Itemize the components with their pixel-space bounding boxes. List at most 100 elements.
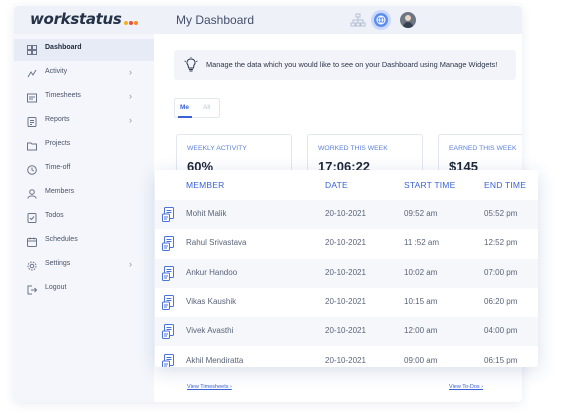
sidebar-item-projects[interactable]: Projects: [14, 135, 154, 157]
timesheet-document-icon[interactable]: [162, 207, 175, 222]
manage-widgets-banner: Manage the data which you would like to …: [174, 50, 516, 80]
table-row[interactable]: Vivek Avasthi 20-10-2021 12:00 am 04:00 pm: [155, 317, 538, 347]
grid-icon: [27, 45, 37, 55]
date-cell: 20-10-2021: [325, 238, 366, 248]
stat-label: WEEKLY ACTIVITY: [187, 145, 247, 152]
top-bar: workstatus My Dashboard: [14, 6, 522, 34]
table-row[interactable]: Ankur Handoo 20-10-2021 10:02 am 07:00 pm: [155, 258, 538, 288]
banner-text: Manage the data which you would like to …: [206, 60, 498, 69]
logo-text: workstatus: [30, 10, 122, 28]
sidebar-item-settings[interactable]: Settings ›: [14, 255, 154, 277]
timesheet-icon: [27, 93, 37, 103]
logo-dots-icon: [123, 11, 139, 29]
start-time-cell: 10:02 am: [404, 267, 438, 277]
sidebar-item-label: Timesheets: [45, 92, 81, 99]
date-cell: 20-10-2021: [325, 355, 366, 365]
table-row[interactable]: Akhil Mendiratta 20-10-2021 09:00 am 06:15 …: [155, 347, 538, 368]
timesheet-table-card: MEMBER DATE START TIME END TIME Mohit Ma…: [155, 170, 538, 367]
table-row[interactable]: Mohit Malik 20-10-2021 09:52 am 05:52 pm: [155, 200, 538, 229]
clock-icon: [27, 165, 37, 175]
chevron-right-icon: ›: [129, 259, 132, 269]
logo-dot: [133, 20, 138, 25]
sidebar-item-label: Todos: [45, 212, 64, 219]
sidebar-item-label: Projects: [45, 140, 71, 147]
tab-all[interactable]: All: [203, 104, 210, 111]
logo-dot: [123, 20, 128, 25]
member-cell: Mohit Malik: [186, 209, 227, 218]
stat-label: EARNED THIS WEEK: [449, 145, 517, 152]
sidebar-item-logout[interactable]: Logout: [14, 279, 154, 301]
sidebar-item-activity[interactable]: Activity ›: [14, 63, 154, 85]
member-cell: Vivek Avasthi: [186, 326, 234, 336]
avatar-body: [403, 22, 413, 28]
sidebar-item-reports[interactable]: Reports ›: [14, 111, 154, 133]
column-header-date[interactable]: DATE: [325, 180, 348, 190]
sidebar-item-dashboard[interactable]: Dashboard: [14, 39, 154, 61]
user-icon: [27, 189, 37, 199]
todo-icon: [27, 213, 37, 223]
column-header-end-time[interactable]: END TIME: [484, 180, 526, 190]
end-time-cell: 06:15 pm: [484, 355, 518, 365]
gear-icon: [27, 261, 37, 271]
sidebar-item-label: Reports: [45, 116, 70, 123]
sidebar-item-todos[interactable]: Todos: [14, 207, 154, 229]
app-logo[interactable]: workstatus: [30, 10, 139, 29]
sidebar-item-label: Members: [45, 188, 75, 195]
logo-dot: [128, 20, 133, 25]
sidebar-item-label: Dashboard: [45, 44, 82, 51]
sidebar-item-label: Logout: [45, 284, 67, 291]
timesheet-document-icon[interactable]: [162, 265, 175, 281]
timesheet-document-icon[interactable]: [162, 236, 175, 252]
date-cell: 20-10-2021: [325, 326, 366, 336]
view-todos-link[interactable]: View To-Dos ›: [449, 384, 483, 390]
avatar-head: [405, 15, 411, 21]
calendar-icon: [27, 237, 37, 247]
sidebar-item-members[interactable]: Members: [14, 183, 154, 205]
stat-label: WORKED THIS WEEK: [318, 145, 388, 152]
start-time-cell: 09:52 am: [404, 209, 438, 218]
end-time-cell: 12:52 pm: [484, 238, 518, 248]
member-cell: Ankur Handoo: [186, 267, 238, 277]
start-time-cell: 11 :52 am: [404, 238, 439, 248]
sidebar-item-timesheets[interactable]: Timesheets ›: [14, 87, 154, 109]
timesheet-document-icon[interactable]: [162, 353, 175, 368]
activity-icon: [27, 69, 37, 78]
view-timesheets-link[interactable]: View Timesheets ›: [187, 384, 232, 390]
member-cell: Vikas Kaushik: [186, 296, 237, 306]
page-title: My Dashboard: [176, 13, 255, 27]
start-time-cell: 12:00 am: [404, 326, 438, 336]
date-cell: 20-10-2021: [325, 267, 366, 277]
end-time-cell: 04:00 pm: [484, 326, 518, 336]
end-time-cell: 05:52 pm: [484, 209, 518, 218]
column-header-start-time[interactable]: START TIME: [404, 180, 455, 190]
sidebar-item-label: Schedules: [45, 236, 78, 243]
sidebar: « DashboardActivity›Timesheets›Reports›P…: [14, 34, 154, 402]
table-row[interactable]: Rahul Srivastava 20-10-2021 11 :52 am 12:52…: [155, 229, 538, 258]
timesheet-document-icon[interactable]: [162, 294, 175, 310]
column-header-member[interactable]: MEMBER: [186, 180, 225, 190]
table-row[interactable]: Vikas Kaushik 20-10-2021 10:15 am 06:20 pm: [155, 288, 538, 317]
org-chart-icon[interactable]: [350, 12, 366, 28]
sidebar-item-schedules[interactable]: Schedules: [14, 231, 154, 253]
lightbulb-icon: [184, 57, 198, 72]
sidebar-item-time-off[interactable]: Time-off: [14, 159, 154, 181]
report-icon: [27, 117, 37, 127]
sidebar-item-label: Activity: [45, 68, 68, 75]
active-tab-indicator: [178, 116, 192, 118]
chevron-right-icon: ›: [129, 115, 132, 125]
start-time-cell: 09:00 am: [404, 355, 438, 365]
member-cell: Rahul Srivastava: [186, 238, 247, 248]
folder-icon: [27, 142, 37, 151]
user-avatar[interactable]: [400, 12, 416, 28]
globe-icon[interactable]: [374, 13, 388, 27]
tab-me[interactable]: Me: [180, 104, 189, 111]
end-time-cell: 06:20 pm: [484, 296, 518, 306]
end-time-cell: 07:00 pm: [484, 267, 518, 277]
chevron-right-icon: ›: [129, 67, 132, 77]
date-cell: 20-10-2021: [325, 209, 366, 218]
timesheet-document-icon[interactable]: [162, 324, 175, 340]
sidebar-item-label: Time-off: [45, 164, 71, 171]
date-cell: 20-10-2021: [325, 296, 366, 306]
member-cell: Akhil Mendiratta: [186, 355, 244, 365]
chevron-right-icon: ›: [129, 91, 132, 101]
